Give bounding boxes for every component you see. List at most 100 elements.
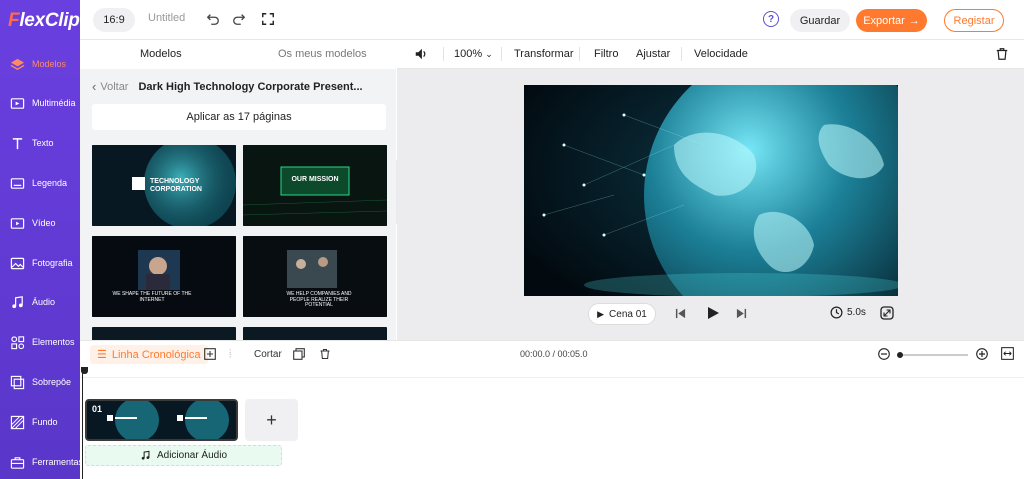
- text-icon: [12, 137, 23, 149]
- video-preview[interactable]: [524, 85, 898, 296]
- template-thumbnail[interactable]: WE HELP COMPANIES AND PEOPLE REALIZE THE…: [243, 236, 387, 317]
- flexclip-logo[interactable]: FlexClip: [8, 10, 80, 32]
- duration-control[interactable]: 5.0s: [830, 306, 866, 319]
- add-scene-icon[interactable]: [204, 348, 216, 363]
- zoom-value: 100%: [454, 48, 483, 60]
- save-button[interactable]: Guardar: [790, 9, 850, 32]
- template-thumbnail[interactable]: [92, 327, 236, 340]
- scene-clip[interactable]: 01: [85, 399, 238, 441]
- sidebar-item-label: Sobrepôe: [32, 377, 72, 387]
- panel-tabs: Modelos Os meus modelos: [80, 40, 396, 69]
- split-icon[interactable]: ⦙: [229, 348, 231, 361]
- canvas-area: ▶ Cena 01 5.0s: [397, 69, 1024, 340]
- delete-icon[interactable]: [319, 348, 331, 363]
- cut-button[interactable]: Cortar: [254, 349, 282, 360]
- thumbnail-title: WE HELP COMPANIES AND PEOPLE REALIZE THE…: [286, 291, 352, 308]
- scene-play-button[interactable]: ▶ Cena 01: [588, 303, 656, 325]
- sidebar-item-label: Elementos: [32, 337, 75, 347]
- sidebar-item-label: Legenda: [32, 178, 68, 188]
- arrow-right-icon: →: [908, 14, 920, 27]
- sidebar-item-sobrepoe[interactable]: Sobrepôe: [0, 363, 80, 401]
- sidebar: FlexClip Modelos Multimédia Texto Legend…: [0, 0, 83, 479]
- sidebar-item-legenda[interactable]: Legenda: [0, 164, 80, 202]
- timeline: 01 + Adicionar Áudio: [80, 367, 1024, 479]
- globe-video-frame: [524, 85, 898, 296]
- export-button[interactable]: Exportar →: [856, 9, 927, 32]
- transform-button[interactable]: Transformar: [514, 48, 574, 60]
- previous-icon[interactable]: [675, 308, 686, 322]
- speed-button[interactable]: Velocidade: [694, 48, 748, 60]
- tab-meus-modelos[interactable]: Os meus modelos: [278, 48, 367, 60]
- sidebar-item-video[interactable]: Vídeo: [0, 204, 80, 242]
- editor-toolbar: 100% ⌄ Transformar Filtro Ajustar Veloci…: [397, 40, 1024, 69]
- aspect-ratio-button[interactable]: 16:9: [93, 8, 135, 32]
- divider: [681, 47, 682, 61]
- tab-modelos[interactable]: Modelos: [140, 48, 182, 60]
- playhead-handle[interactable]: [81, 367, 88, 374]
- templates-panel: Modelos Os meus modelos ‹ Voltar Dark Hi…: [80, 40, 396, 340]
- next-icon[interactable]: [736, 308, 747, 322]
- top-bar: 16:9 Untitled ? Guardar Exportar → Regis…: [80, 0, 1024, 40]
- volume-icon[interactable]: [414, 47, 428, 64]
- redo-icon[interactable]: [231, 11, 247, 27]
- timeline-tab[interactable]: ☰ Linha Cronológica: [90, 345, 208, 364]
- add-scene-button[interactable]: +: [245, 399, 298, 441]
- divider: [443, 47, 444, 61]
- zoom-out-icon[interactable]: [878, 348, 890, 363]
- zoom-dropdown[interactable]: 100% ⌄: [454, 48, 493, 60]
- sidebar-item-fundo[interactable]: Fundo: [0, 403, 80, 441]
- person-thumbnail-image: [92, 236, 236, 317]
- sidebar-item-label: Áudio: [32, 297, 56, 307]
- expand-preview-icon[interactable]: [880, 306, 894, 323]
- sidebar-item-audio[interactable]: Áudio: [0, 283, 80, 321]
- chevron-left-icon[interactable]: ‹: [92, 79, 96, 94]
- clip-number: 01: [92, 404, 103, 414]
- clip-thumbnails-image: [87, 401, 236, 439]
- template-thumbnail[interactable]: [243, 327, 387, 340]
- add-audio-button[interactable]: Adicionar Áudio: [85, 445, 282, 466]
- sidebar-item-fotografia[interactable]: Fotografia: [0, 244, 80, 282]
- template-thumbnail[interactable]: WE SHAPE THE FUTURE OF THE INTERNET: [92, 236, 236, 317]
- duplicate-icon[interactable]: [293, 348, 305, 363]
- sidebar-item-elementos[interactable]: Elementos: [0, 323, 80, 361]
- player-controls: ▶ Cena 01 5.0s: [397, 301, 1024, 331]
- sidebar-item-ferramentas[interactable]: Ferramentas: [0, 443, 83, 479]
- help-icon[interactable]: ?: [763, 11, 779, 27]
- timeline-icon: ☰: [97, 349, 107, 361]
- elements-icon: [11, 335, 25, 349]
- background-icon: [10, 415, 25, 429]
- sidebar-item-modelos[interactable]: Modelos: [0, 45, 80, 83]
- sidebar-item-texto[interactable]: Texto: [0, 124, 80, 162]
- media-icon: [10, 97, 25, 109]
- export-label: Exportar: [863, 14, 905, 27]
- filter-button[interactable]: Filtro: [594, 48, 618, 60]
- photo-icon: [10, 257, 25, 269]
- apply-all-pages-button[interactable]: Aplicar as 17 páginas: [92, 104, 386, 130]
- adjust-button[interactable]: Ajustar: [636, 48, 670, 60]
- trash-icon[interactable]: [995, 47, 1009, 64]
- fit-timeline-icon[interactable]: [1001, 347, 1014, 363]
- play-icon[interactable]: [706, 306, 720, 323]
- timeline-toolbar: ☰ Linha Cronológica ⦙ Cortar 00:00.0 / 0…: [80, 340, 1024, 368]
- overlay-icon: [10, 375, 25, 389]
- template-thumbnail[interactable]: TECHNOLOGY CORPORATION: [92, 145, 236, 226]
- sidebar-item-label: Modelos: [32, 59, 67, 69]
- music-icon: [12, 295, 23, 308]
- register-button[interactable]: Registar: [944, 9, 1004, 32]
- timeline-label: Linha Cronológica: [111, 348, 201, 361]
- sidebar-item-label: Fotografia: [32, 258, 73, 268]
- back-link[interactable]: Voltar: [100, 81, 128, 93]
- template-name: Dark High Technology Corporate Present..…: [138, 80, 363, 93]
- zoom-slider[interactable]: [897, 351, 968, 358]
- mission-thumbnail-image: [243, 145, 387, 226]
- undo-icon[interactable]: [205, 11, 221, 27]
- timeline-ruler: [80, 368, 1024, 378]
- project-title-input[interactable]: Untitled: [148, 12, 185, 24]
- zoom-in-icon[interactable]: [976, 348, 988, 363]
- sidebar-item-multimedia[interactable]: Multimédia: [0, 84, 80, 122]
- template-thumbnail[interactable]: OUR MISSION: [243, 145, 387, 226]
- thumbnail-title: TECHNOLOGY CORPORATION: [150, 178, 202, 193]
- zoom-slider-knob[interactable]: [897, 351, 903, 358]
- playhead[interactable]: [81, 367, 88, 479]
- fullscreen-icon[interactable]: [260, 11, 276, 27]
